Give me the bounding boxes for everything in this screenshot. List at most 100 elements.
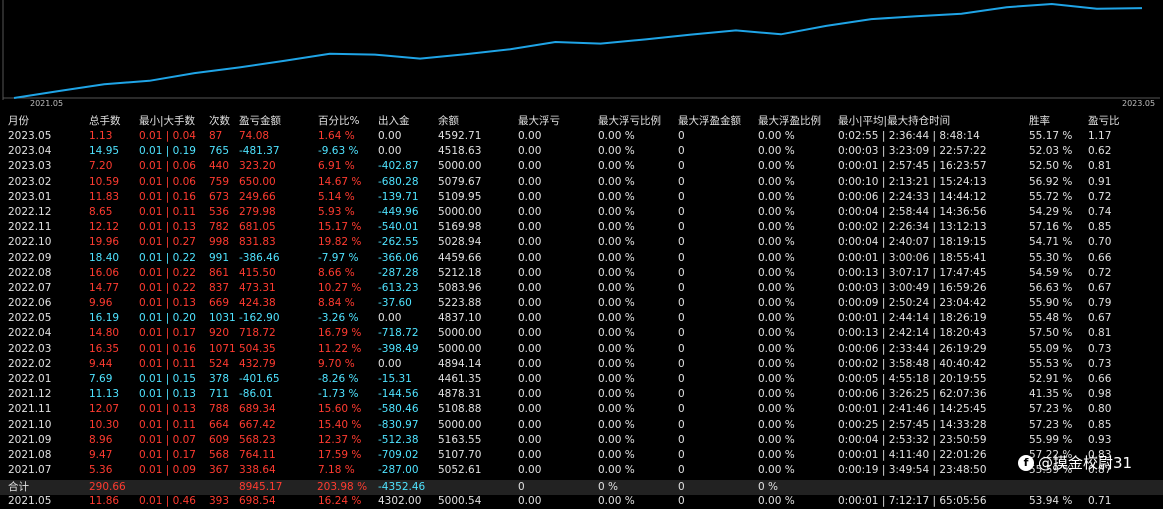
cell-count: 782 (209, 221, 230, 234)
cell-win-rate: 55.09 % (1029, 342, 1073, 355)
cell-hold-time: 0:00:19 | 3:49:54 | 23:48:50 (838, 464, 987, 477)
table-row: 2023.01 11.83 0.01 | 0.16 673 249.66 5.14 % -1… (0, 190, 1163, 205)
totals-row: 合计 290.66 8945.17 203.98 % -4352.46 0 0 … (0, 480, 1163, 495)
cell-lots: 11.86 (89, 494, 120, 507)
cell-pct: -8.26 % (318, 373, 359, 385)
cell-balance: 5212.18 (438, 266, 482, 279)
table-row: 2021.09 8.96 0.01 | 0.07 609 568.23 12.37 % -5… (0, 433, 1163, 448)
cell-max-float-loss-pct: 0.00 % (598, 327, 635, 340)
cell-count: 1031 (209, 312, 236, 325)
cell-max-float-loss: 0.00 (518, 388, 542, 401)
cell-win-rate: 57.23 % (1029, 403, 1073, 416)
cell-balance: 5079.67 (438, 175, 482, 188)
table-row: 2022.03 16.35 0.01 | 0.16 1071 504.35 11.22 %… (0, 342, 1163, 357)
cell-min-max-lots: 0.01 | 0.11 (139, 418, 196, 431)
table-row: 2023.05 1.13 0.01 | 0.04 87 74.08 1.64 % 0.00 4… (0, 129, 1163, 144)
cell-max-float-profit: 0 (678, 373, 685, 385)
cell-win-rate: 53.94 % (1029, 494, 1073, 507)
cell-balance: 5109.95 (438, 190, 482, 203)
cell-max-float-loss: 0.00 (518, 205, 542, 218)
cell-max-float-profit-pct: 0.00 % (758, 327, 795, 340)
cell-count: 568 (209, 448, 230, 461)
cell-max-float-loss: 0.00 (518, 175, 542, 188)
cell-hold-time: 0:00:06 | 2:33:44 | 26:19:29 (838, 342, 987, 355)
cell-min-max-lots: 0.01 | 0.13 (139, 221, 196, 234)
cell-flow: -613.23 (378, 281, 419, 294)
cell-max-float-profit-pct: 0.00 % (758, 297, 795, 310)
header-pl-ratio: 盈亏比 (1088, 115, 1120, 127)
cell-pnl: 667.42 (239, 418, 276, 431)
cell-pnl: 650.00 (239, 175, 276, 188)
cell-max-float-loss: 0.00 (518, 403, 542, 416)
x-axis-end-label: 2023.05 (1122, 99, 1156, 108)
cell-count: 1071 (209, 342, 236, 355)
totals-pnl: 8945.17 (239, 481, 283, 493)
table-row: 2023.02 10.59 0.01 | 0.06 759 650.00 14.67 % -… (0, 175, 1163, 190)
cell-min-max-lots: 0.01 | 0.09 (139, 464, 196, 477)
cell-win-rate: 57.23 % (1029, 418, 1073, 431)
cell-count: 524 (209, 357, 230, 370)
cell-pct: 19.82 % (318, 236, 362, 249)
cell-max-float-profit-pct: 0.00 % (758, 236, 795, 249)
cell-count: 440 (209, 160, 230, 173)
cell-min-max-lots: 0.01 | 0.11 (139, 205, 196, 218)
cell-flow: -398.49 (378, 342, 419, 355)
cell-count: 711 (209, 388, 230, 401)
table-row: 2021.11 12.07 0.01 | 0.13 788 689.34 15.60 % -… (0, 402, 1163, 417)
cell-max-float-loss-pct: 0.00 % (598, 464, 635, 477)
watermark: f @摸金校尉31 (1018, 452, 1132, 473)
cell-flow: -287.28 (378, 266, 419, 279)
header-balance: 余额 (438, 115, 459, 127)
table-row: 2021.07 5.36 0.01 | 0.09 367 338.64 7.18 % -28… (0, 463, 1163, 478)
cell-max-float-profit: 0 (678, 403, 685, 416)
table-row: 2022.04 14.80 0.01 | 0.17 920 718.72 16.79 % -… (0, 326, 1163, 341)
table-row: 2022.06 9.96 0.01 | 0.13 669 424.38 8.84 % -37… (0, 296, 1163, 311)
cell-lots: 16.19 (89, 312, 120, 325)
cell-pnl: -86.01 (239, 388, 273, 401)
cell-win-rate: 56.63 % (1029, 281, 1073, 294)
cell-count: 669 (209, 297, 230, 310)
cell-flow: -449.96 (378, 205, 419, 218)
cell-min-max-lots: 0.01 | 0.16 (139, 190, 196, 203)
cell-max-float-loss: 0.00 (518, 433, 542, 446)
cell-flow: -139.71 (378, 190, 419, 203)
cell-max-float-loss: 0.00 (518, 357, 542, 370)
cell-max-float-loss: 0.00 (518, 160, 542, 173)
cell-month: 2022.08 (8, 266, 52, 279)
cell-max-float-loss: 0.00 (518, 236, 542, 249)
cell-flow: -262.55 (378, 236, 419, 249)
cell-count: 759 (209, 175, 230, 188)
cell-count: 393 (209, 494, 230, 507)
cell-max-float-loss-pct: 0.00 % (598, 418, 635, 431)
cell-lots: 5.36 (89, 464, 113, 477)
cell-hold-time: 0:00:01 | 3:00:06 | 18:55:41 (838, 251, 987, 264)
cell-max-float-profit-pct: 0.00 % (758, 160, 795, 173)
cell-pnl: 424.38 (239, 297, 276, 310)
cell-pct: 16.24 % (318, 494, 362, 507)
cell-pnl: 279.98 (239, 205, 276, 218)
cell-pct: -7.97 % (318, 251, 359, 264)
cell-pl-ratio: 0.66 (1088, 373, 1112, 385)
cell-win-rate: 55.30 % (1029, 251, 1073, 264)
cell-win-rate: 54.29 % (1029, 205, 1073, 218)
cell-max-float-loss-pct: 0.00 % (598, 130, 635, 142)
cell-max-float-profit-pct: 0.00 % (758, 357, 795, 370)
cell-month: 2022.03 (8, 342, 52, 355)
cell-max-float-profit: 0 (678, 388, 685, 401)
cell-pl-ratio: 0.72 (1088, 190, 1112, 203)
cell-max-float-loss: 0.00 (518, 327, 542, 340)
header-count: 次数 (209, 115, 230, 127)
cell-month: 2021.05 (8, 494, 52, 507)
cell-balance: 5000.00 (438, 205, 482, 218)
header-max-float-loss: 最大浮亏 (518, 115, 560, 127)
cell-pnl: 764.11 (239, 448, 276, 461)
header-win-rate: 胜率 (1029, 115, 1050, 127)
header-pnl: 盈亏金额 (239, 115, 281, 127)
table-row: 2023.04 14.95 0.01 | 0.19 765 -481.37 -9.63 %… (0, 144, 1163, 159)
cell-max-float-loss-pct: 0.00 % (598, 494, 635, 507)
cell-max-float-profit-pct: 0.00 % (758, 342, 795, 355)
cell-balance: 5107.70 (438, 448, 482, 461)
cell-pnl: 415.50 (239, 266, 276, 279)
totals-max-float-loss-pct: 0 % (598, 481, 618, 493)
cell-max-float-profit-pct: 0.00 % (758, 281, 795, 294)
